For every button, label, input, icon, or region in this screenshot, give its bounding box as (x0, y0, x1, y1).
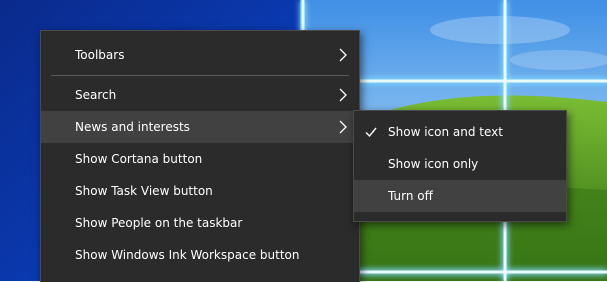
submenu-item-label: Turn off (388, 189, 433, 203)
menu-item-label: Show Cortana button (75, 152, 203, 166)
menu-item-show-cortana-button[interactable]: Show Cortana button (41, 143, 359, 175)
submenu-item-label: Show icon only (388, 157, 479, 171)
menu-separator (51, 75, 349, 76)
menu-item-show-task-view-button[interactable]: Show Task View button (41, 175, 359, 207)
chevron-right-icon (339, 88, 347, 102)
submenu-item-turn-off[interactable]: Turn off (354, 180, 566, 212)
menu-item-label: Search (75, 88, 117, 102)
menu-item-label: Toolbars (75, 48, 125, 62)
menu-item-label: News and interests (75, 120, 190, 134)
checkmark-icon (365, 127, 377, 138)
submenu-item-label: Show icon and text (388, 125, 503, 139)
news-and-interests-submenu: Show icon and text Show icon only Turn o… (353, 110, 567, 222)
menu-item-news-and-interests[interactable]: News and interests (41, 111, 359, 143)
menu-item-label: Show Task View button (75, 184, 213, 198)
menu-item-toolbars[interactable]: Toolbars (41, 39, 359, 71)
menu-item-label: Show Windows Ink Workspace button (75, 248, 300, 262)
submenu-item-show-icon-and-text[interactable]: Show icon and text (354, 116, 566, 148)
chevron-right-icon (339, 48, 347, 62)
menu-item-show-windows-ink[interactable]: Show Windows Ink Workspace button (41, 239, 359, 271)
taskbar-context-menu: Toolbars Search News and interests Show … (40, 30, 360, 282)
menu-item-label: Show People on the taskbar (75, 216, 243, 230)
chevron-right-icon (339, 120, 347, 134)
submenu-item-show-icon-only[interactable]: Show icon only (354, 148, 566, 180)
menu-item-search[interactable]: Search (41, 79, 359, 111)
menu-item-show-people[interactable]: Show People on the taskbar (41, 207, 359, 239)
